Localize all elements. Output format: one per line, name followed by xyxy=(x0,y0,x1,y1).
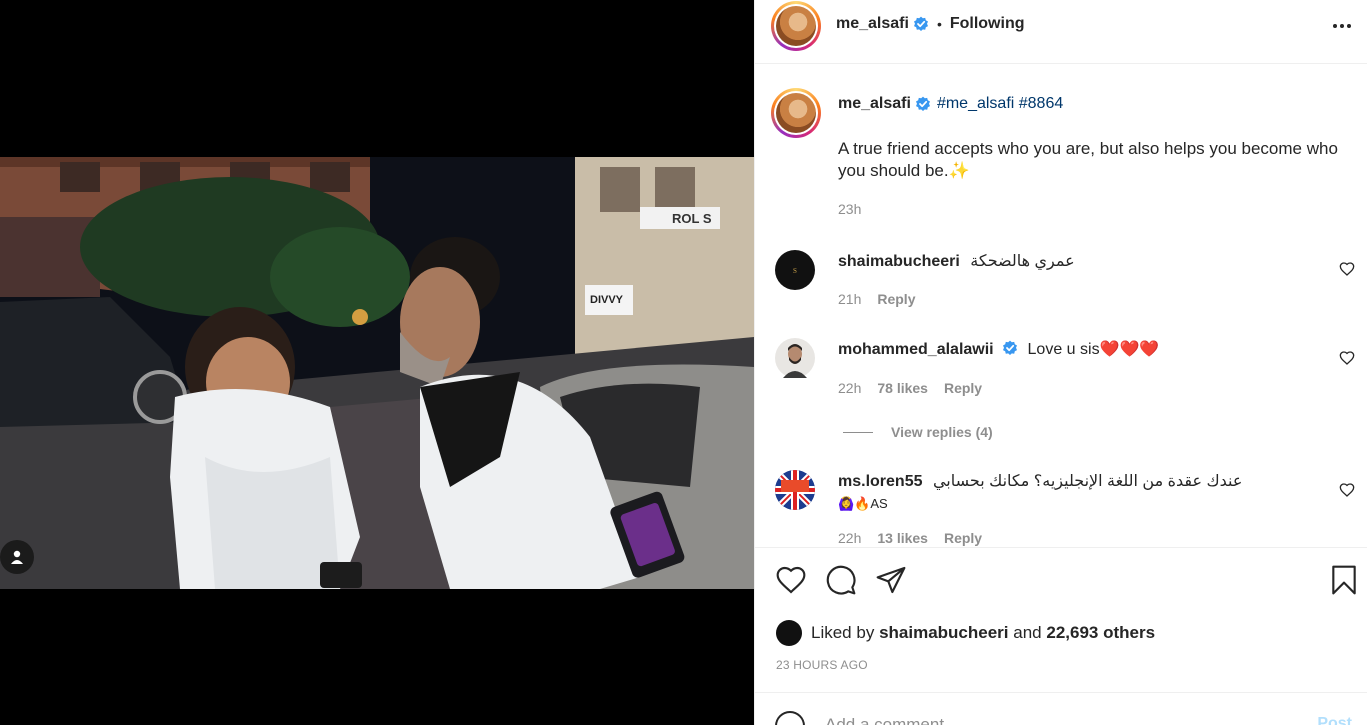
post-photo[interactable]: ROL S DIVVY xyxy=(0,157,754,589)
comment-avatar[interactable] xyxy=(775,470,815,510)
more-options-icon[interactable] xyxy=(1328,16,1356,36)
comment-body: shaimabucheeri عمري هالضحكة xyxy=(838,252,1338,272)
bookmark-icon[interactable] xyxy=(1328,564,1360,596)
svg-text:S: S xyxy=(793,267,797,275)
comment-item: S shaimabucheeri عمري هالضحكة 21h Reply xyxy=(775,248,1355,308)
comment-item: mohammed_alalawii Love u sis❤️❤️❤️ 22h 7… xyxy=(775,336,1355,396)
emoji-icon[interactable] xyxy=(775,711,805,725)
liked-by-others[interactable]: 22,693 others xyxy=(1046,623,1155,643)
comment-time[interactable]: 21h xyxy=(838,291,861,307)
view-replies-button[interactable]: View replies (4) xyxy=(843,424,993,440)
liked-by-and: and xyxy=(1013,623,1042,642)
caption-author-avatar[interactable] xyxy=(771,88,821,138)
comment-icon[interactable] xyxy=(825,564,857,596)
comment-reply-button[interactable]: Reply xyxy=(944,380,982,396)
svg-text:ROL S: ROL S xyxy=(672,211,712,226)
comment-username[interactable]: shaimabucheeri xyxy=(838,253,960,270)
author-avatar[interactable] xyxy=(771,1,821,51)
comment-meta: 22h 13 likes Reply xyxy=(838,530,982,546)
post-side-panel: me_alsafi • Following me_alsafi #me_alsa… xyxy=(754,0,1367,725)
liked-by-summary: Liked by shaimabucheeri and 22,693 other… xyxy=(776,620,1155,646)
following-button[interactable]: Following xyxy=(950,15,1025,33)
comment-item: ms.loren55 عندك عقدة من اللغة الإنجليزيه… xyxy=(775,468,1355,547)
post-actions: Liked by shaimabucheeri and 22,693 other… xyxy=(755,547,1367,692)
user-tag-icon xyxy=(11,550,23,564)
verified-icon xyxy=(913,16,928,31)
comment-like-icon[interactable] xyxy=(1339,350,1355,366)
comment-like-icon[interactable] xyxy=(1339,261,1355,277)
verified-icon xyxy=(1003,340,1018,355)
comment-text: عمري هالضحكة xyxy=(970,253,1075,270)
author-username[interactable]: me_alsafi xyxy=(836,15,909,33)
comment-likes[interactable]: 13 likes xyxy=(877,530,928,546)
comments-list[interactable]: me_alsafi #me_alsafi #8864 A true friend… xyxy=(755,64,1367,547)
comment-meta: 22h 78 likes Reply xyxy=(838,380,982,396)
view-replies-label: View replies (4) xyxy=(891,424,993,440)
comment-text-line2: 🙆‍♀️🔥AS xyxy=(838,496,888,511)
comment-likes[interactable]: 78 likes xyxy=(877,380,928,396)
liker-avatar[interactable] xyxy=(776,620,802,646)
post-comment-button[interactable]: Post xyxy=(1317,715,1352,725)
comment-text: Love u sis❤️❤️❤️ xyxy=(1027,341,1160,358)
comment-like-icon[interactable] xyxy=(1339,482,1355,498)
liked-by-user[interactable]: shaimabucheeri xyxy=(879,623,1008,643)
comment-time[interactable]: 22h xyxy=(838,530,861,546)
caption-time[interactable]: 23h xyxy=(838,201,861,217)
comment-username[interactable]: ms.loren55 xyxy=(838,473,922,490)
comment-reply-button[interactable]: Reply xyxy=(944,530,982,546)
caption-text: A true friend accepts who you are, but a… xyxy=(838,139,1338,180)
comment-meta: 21h Reply xyxy=(838,291,915,307)
comment-avatar[interactable] xyxy=(775,338,815,378)
comment-avatar[interactable]: S xyxy=(775,250,815,290)
view-replies-line xyxy=(843,431,873,433)
comment-username[interactable]: mohammed_alalawii xyxy=(838,341,994,358)
header-info: me_alsafi • Following xyxy=(836,15,1025,33)
caption-username[interactable]: me_alsafi xyxy=(838,95,911,113)
post-timestamp[interactable]: 23 HOURS AGO xyxy=(776,658,868,672)
heart-icon[interactable] xyxy=(775,564,807,596)
user-tag-button[interactable] xyxy=(0,540,34,574)
comment-body: ms.loren55 عندك عقدة من اللغة الإنجليزيه… xyxy=(838,472,1338,514)
post-header: me_alsafi • Following xyxy=(755,0,1367,64)
caption-hashtags[interactable]: #me_alsafi #8864 xyxy=(937,95,1063,113)
post-media[interactable]: ROL S DIVVY xyxy=(0,0,754,725)
caption-header: me_alsafi #me_alsafi #8864 xyxy=(838,95,1063,113)
separator-dot: • xyxy=(936,16,942,32)
verified-icon xyxy=(915,96,930,111)
add-comment-bar: Post xyxy=(755,692,1367,725)
svg-text:DIVVY: DIVVY xyxy=(590,294,624,306)
comment-body: mohammed_alalawii Love u sis❤️❤️❤️ xyxy=(838,340,1338,360)
share-icon[interactable] xyxy=(875,564,907,596)
comment-reply-button[interactable]: Reply xyxy=(877,291,915,307)
comment-time[interactable]: 22h xyxy=(838,380,861,396)
comment-text: عندك عقدة من اللغة الإنجليزيه؟ مكانك بحس… xyxy=(932,473,1243,490)
comment-input[interactable] xyxy=(825,715,1285,725)
liked-by-prefix: Liked by xyxy=(811,623,875,642)
photo-scene: ROL S DIVVY xyxy=(0,157,754,589)
